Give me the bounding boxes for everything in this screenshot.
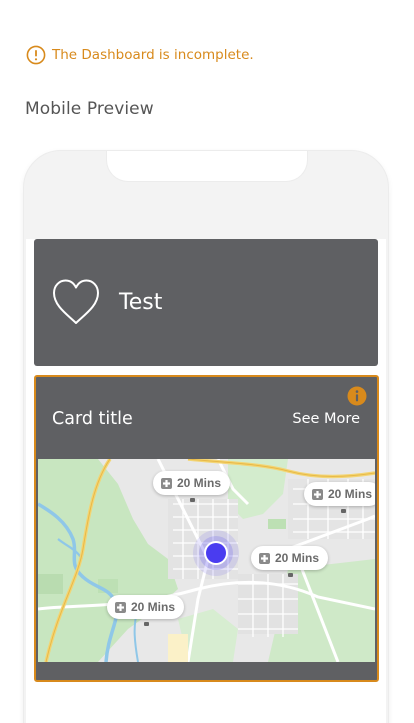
phone-frame: Test Card title See More 20 Mins 20 Mins… <box>23 150 389 723</box>
travel-time-label: 20 Mins <box>131 600 176 614</box>
card-title: Card title <box>52 409 133 429</box>
phone-notch <box>106 151 308 182</box>
favorite-card-label: Test <box>119 290 163 315</box>
phone-screen: Test Card title See More 20 Mins 20 Mins… <box>26 239 386 723</box>
map-view[interactable]: 20 Mins 20 Mins 20 Mins 20 Mins <box>38 459 375 662</box>
heart-outline-icon <box>53 279 99 324</box>
hospital-icon <box>259 552 270 564</box>
travel-time-marker[interactable]: 20 Mins <box>153 471 231 502</box>
info-icon[interactable] <box>347 386 367 406</box>
see-more-link[interactable]: See More <box>292 411 360 427</box>
travel-time-marker[interactable]: 20 Mins <box>251 546 329 577</box>
incomplete-warning: The Dashboard is incomplete. <box>26 44 254 66</box>
hospital-icon <box>115 601 126 613</box>
hospital-icon <box>161 477 172 489</box>
travel-time-marker[interactable]: 20 Mins <box>304 482 375 513</box>
alert-circle-icon <box>26 45 46 65</box>
travel-time-label: 20 Mins <box>177 476 222 490</box>
page: The Dashboard is incomplete. Mobile Prev… <box>0 0 414 723</box>
map-card[interactable]: Card title See More 20 Mins 20 Mins 20 M… <box>34 375 379 682</box>
hospital-icon <box>312 488 323 500</box>
section-title: Mobile Preview <box>25 99 154 119</box>
warning-text: The Dashboard is incomplete. <box>52 47 254 63</box>
map-card-header: Card title See More <box>36 377 377 459</box>
favorite-card[interactable]: Test <box>34 239 378 366</box>
travel-time-marker[interactable]: 20 Mins <box>107 595 185 626</box>
travel-time-label: 20 Mins <box>328 487 373 501</box>
current-location-icon[interactable] <box>192 529 240 577</box>
travel-time-label: 20 Mins <box>275 551 320 565</box>
map-card-footer <box>36 662 377 680</box>
